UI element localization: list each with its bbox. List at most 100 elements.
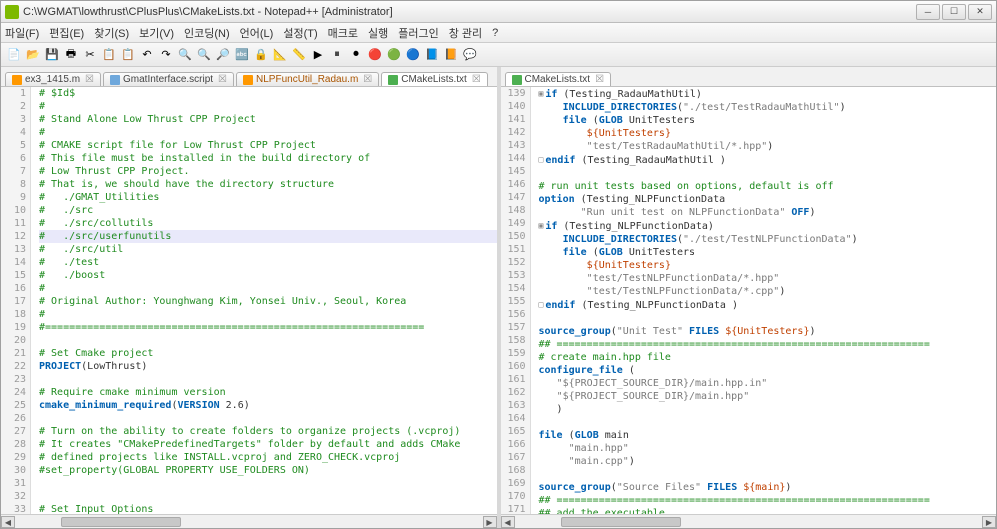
scroll-right-icon[interactable]: ▶: [483, 516, 497, 528]
left-code-area[interactable]: # $Id$## Stand Alone Low Thrust CPP Proj…: [31, 87, 497, 514]
toolbar-button[interactable]: 🔎: [214, 46, 232, 64]
toolbar-button[interactable]: ✂: [81, 46, 99, 64]
minimize-button[interactable]: ─: [916, 4, 940, 20]
code-line: INCLUDE_DIRECTORIES("./test/TestRadauMat…: [539, 101, 997, 114]
menu-item[interactable]: 언어(L): [240, 25, 274, 41]
right-gutter: 139 140 141 142 143 144 145 146 147 148 …: [501, 87, 531, 514]
document-tab[interactable]: NLPFuncUtil_Radau.m ☒: [236, 72, 379, 86]
menu-item[interactable]: 실행: [368, 25, 388, 41]
tab-close-icon[interactable]: ☒: [472, 74, 481, 85]
toolbar-button[interactable]: 🔤: [233, 46, 251, 64]
code-line: # This file must be installed in the bui…: [39, 152, 497, 165]
tab-close-icon[interactable]: ☒: [595, 74, 604, 85]
code-line: "test/TestNLPFunctionData/*.hpp": [539, 272, 997, 285]
code-line: #: [39, 126, 497, 139]
toolbar-button[interactable]: 📋: [100, 46, 118, 64]
right-tab-strip: CMakeLists.txt☒: [501, 67, 997, 87]
code-line: file (GLOB main: [539, 429, 997, 442]
code-line: # Require cmake minimum version: [39, 386, 497, 399]
toolbar-button[interactable]: 📄: [5, 46, 23, 64]
toolbar-button[interactable]: 📐: [271, 46, 289, 64]
tab-label: NLPFuncUtil_Radau.m: [256, 74, 358, 85]
right-code-area[interactable]: ▣if (Testing_RadauMathUtil) INCLUDE_DIRE…: [531, 87, 997, 514]
toolbar-button[interactable]: 🔍: [176, 46, 194, 64]
code-line: [39, 490, 497, 503]
menu-item[interactable]: 창 관리: [449, 25, 482, 41]
menu-bar: 파일(F) 편집(E) 찾기(S) 보기(V) 인코딩(N) 언어(L) 설정(T) 매크로 실…: [1, 23, 996, 43]
tab-close-icon[interactable]: ☒: [363, 74, 372, 85]
file-type-icon: [243, 75, 253, 85]
menu-item[interactable]: 매크로: [328, 25, 358, 41]
code-line: #: [39, 308, 497, 321]
toolbar-button[interactable]: 💬: [461, 46, 479, 64]
code-line: ${UnitTesters}: [539, 127, 997, 140]
code-line: file (GLOB UnitTesters: [539, 114, 997, 127]
toolbar-button[interactable]: ↶: [138, 46, 156, 64]
toolbar-button[interactable]: 📙: [442, 46, 460, 64]
toolbar-button[interactable]: ⏺: [347, 46, 365, 64]
menu-item[interactable]: 찾기(S): [94, 25, 129, 41]
document-tab[interactable]: ex3_1415.m☒: [5, 72, 101, 86]
code-line: #: [39, 100, 497, 113]
code-line: source_group("Unit Test" FILES ${UnitTes…: [539, 325, 997, 338]
toolbar-button[interactable]: 🔵: [404, 46, 422, 64]
toolbar-button[interactable]: 🖶: [62, 46, 80, 64]
code-line: "main.hpp": [539, 442, 997, 455]
main-toolbar: 📄📂💾🖶✂📋📋↶↷🔍🔍🔎🔤🔒📐📏▶⏸⏺🔴🟢🔵📘📙💬: [1, 43, 996, 67]
menu-item[interactable]: 보기(V): [139, 25, 174, 41]
editor-split: ex3_1415.m☒GmatInterface.script☒NLPFuncU…: [1, 67, 996, 528]
toolbar-button[interactable]: ↷: [157, 46, 175, 64]
title-bar: C:\WGMAT\lowthrust\CPlusPlus\CMakeLists.…: [1, 1, 996, 23]
code-line: # create main.hpp file: [539, 351, 997, 364]
code-line: ▣if (Testing_RadauMathUtil): [539, 87, 997, 101]
scroll-left-icon[interactable]: ◀: [1, 516, 15, 528]
menu-item[interactable]: ?: [492, 27, 498, 39]
document-tab[interactable]: GmatInterface.script☒: [103, 72, 234, 86]
menu-item[interactable]: 파일(F): [5, 25, 39, 41]
file-type-icon: [512, 75, 522, 85]
scroll-left-icon[interactable]: ◀: [501, 516, 515, 528]
left-tab-strip: ex3_1415.m☒GmatInterface.script☒NLPFuncU…: [1, 67, 497, 87]
toolbar-button[interactable]: 📏: [290, 46, 308, 64]
tab-label: CMakeLists.txt: [401, 74, 467, 85]
code-line: [39, 373, 497, 386]
code-line: # run unit tests based on options, defau…: [539, 180, 997, 193]
maximize-button[interactable]: ☐: [942, 4, 966, 20]
toolbar-button[interactable]: 📂: [24, 46, 42, 64]
menu-item[interactable]: 편집(E): [49, 25, 84, 41]
code-line: # ./boost: [39, 269, 497, 282]
close-button[interactable]: ✕: [968, 4, 992, 20]
toolbar-button[interactable]: 📘: [423, 46, 441, 64]
document-tab[interactable]: CMakeLists.txt☒: [505, 72, 612, 86]
code-line: #set_property(GLOBAL PROPERTY USE_FOLDER…: [39, 464, 497, 477]
toolbar-button[interactable]: 🔴: [366, 46, 384, 64]
toolbar-button[interactable]: 🔍: [195, 46, 213, 64]
right-hscroll[interactable]: ◀ ▶: [501, 514, 997, 528]
toolbar-button[interactable]: 💾: [43, 46, 61, 64]
tab-close-icon[interactable]: ☒: [218, 74, 227, 85]
document-tab[interactable]: CMakeLists.txt ☒: [381, 72, 488, 86]
scroll-thumb[interactable]: [61, 517, 181, 527]
menu-item[interactable]: 설정(T): [283, 25, 317, 41]
code-line: "main.cpp"): [539, 455, 997, 468]
code-line: ## =====================================…: [539, 338, 997, 351]
toolbar-button[interactable]: 📋: [119, 46, 137, 64]
scroll-thumb[interactable]: [561, 517, 681, 527]
toolbar-button[interactable]: ▶: [309, 46, 327, 64]
code-line: # It creates "CMakePredefinedTargets" fo…: [39, 438, 497, 451]
right-editor[interactable]: 139 140 141 142 143 144 145 146 147 148 …: [501, 87, 997, 514]
code-line: "${PROJECT_SOURCE_DIR}/main.hpp": [539, 390, 997, 403]
code-line: # ./src/userfunutils: [39, 230, 497, 243]
toolbar-button[interactable]: 🔒: [252, 46, 270, 64]
code-line: # Set Input Options: [39, 503, 497, 514]
left-hscroll[interactable]: ◀ ▶: [1, 514, 497, 528]
scroll-right-icon[interactable]: ▶: [982, 516, 996, 528]
toolbar-button[interactable]: ⏸: [328, 46, 346, 64]
toolbar-button[interactable]: 🟢: [385, 46, 403, 64]
menu-item[interactable]: 플러그인: [398, 25, 438, 41]
left-editor[interactable]: 1 2 3 4 5 6 7 8 9 10 11 12 13 14 15 16 1…: [1, 87, 497, 514]
code-line: #=======================================…: [39, 321, 497, 334]
tab-close-icon[interactable]: ☒: [85, 74, 94, 85]
menu-item[interactable]: 인코딩(N): [184, 25, 230, 41]
code-line: □endif (Testing_RadauMathUtil ): [539, 153, 997, 167]
